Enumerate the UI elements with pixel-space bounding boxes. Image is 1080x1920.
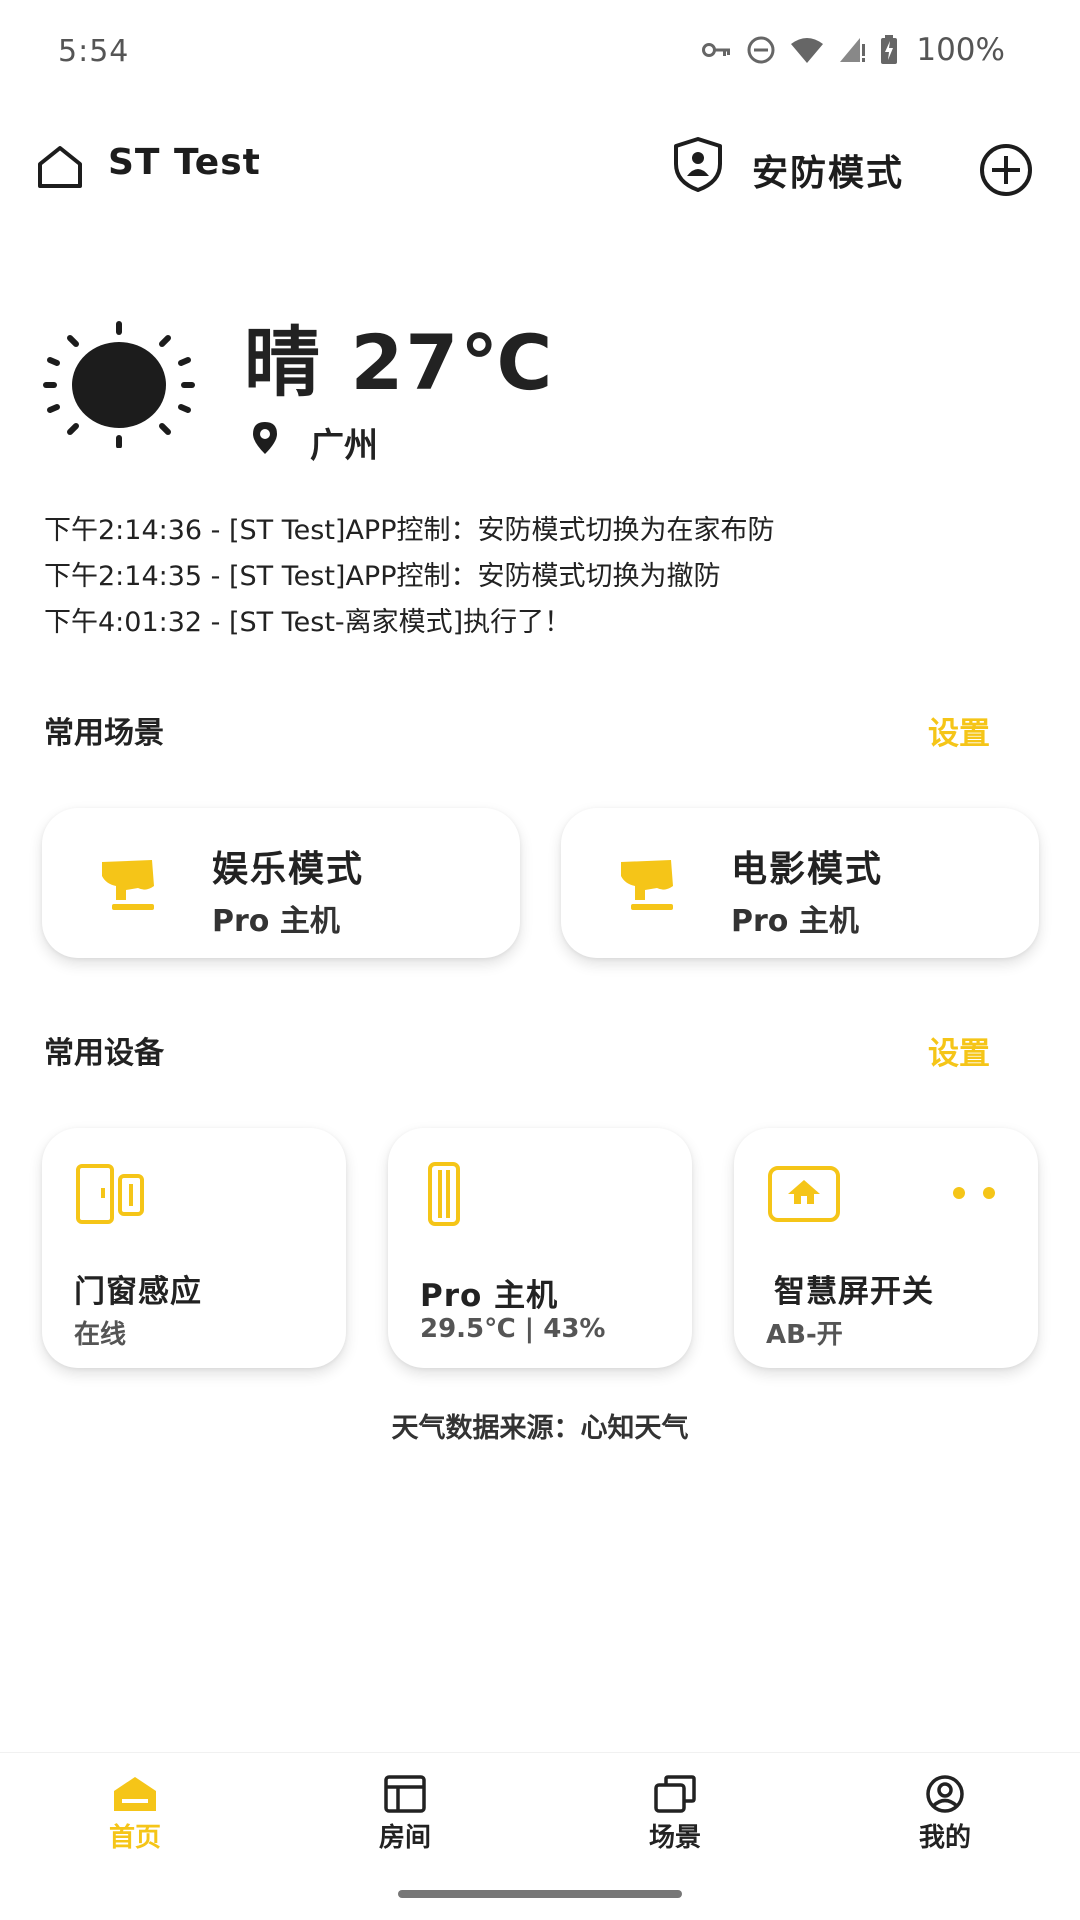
devices-settings-button[interactable]: 设置	[928, 1028, 990, 1073]
log-entry: 下午2:14:36 - [ST Test]APP控制：安防模式切换为在家布防	[44, 515, 775, 546]
battery-percent: 100%	[916, 32, 1005, 68]
device-status: AB-开	[766, 1320, 843, 1350]
add-circle-icon[interactable]	[978, 142, 1034, 198]
nav-label: 首页	[108, 1823, 161, 1853]
wifi-icon	[791, 38, 824, 63]
hand-tap-icon	[621, 860, 673, 910]
status-icons: 100%	[702, 30, 1005, 70]
device-readings: 29.5℃ | 43%	[420, 1314, 606, 1344]
status-bar: 5:54 100%	[0, 0, 1080, 104]
scene-name: 娱乐模式	[212, 849, 365, 890]
device-card-door-sensor[interactable]: 门窗感应 在线	[42, 1128, 346, 1368]
nav-label: 房间	[378, 1823, 431, 1853]
log-entry: 下午4:01:32 - [ST Test-离家模式]执行了！	[44, 607, 572, 638]
nav-tab-home[interactable]: 首页	[65, 1775, 205, 1875]
device-name: 智慧屏开关	[774, 1274, 934, 1310]
nav-label: 场景	[648, 1823, 701, 1853]
device-card-smart-screen-switch[interactable]: 智慧屏开关 AB-开	[734, 1128, 1038, 1368]
weather-location: 广州	[310, 426, 378, 466]
nav-label: 我的	[918, 1823, 971, 1853]
scenes-settings-button[interactable]: 设置	[928, 708, 990, 753]
top-header: ST Test 安防模式	[0, 130, 1080, 202]
more-dots-icon[interactable]	[952, 1186, 998, 1200]
device-status: 在线	[74, 1320, 127, 1350]
status-time: 5:54	[58, 34, 130, 69]
activity-log: 下午2:14:36 - [ST Test]APP控制：安防模式切换为在家布防 下…	[44, 512, 1044, 650]
scene-card-movie[interactable]: 电影模式 Pro 主机	[561, 808, 1039, 958]
security-mode-label[interactable]: 安防模式	[752, 144, 904, 196]
location-pin-icon	[253, 422, 277, 454]
scene-device: Pro 主机	[212, 904, 340, 939]
nav-tab-profile[interactable]: 我的	[875, 1775, 1015, 1875]
home-name[interactable]: ST Test	[108, 142, 261, 183]
nav-tab-scenes[interactable]: 场景	[605, 1775, 745, 1875]
do-not-disturb-icon	[747, 36, 775, 64]
room-icon	[384, 1775, 426, 1813]
signal-icon	[840, 38, 866, 62]
gesture-navigation-bar[interactable]	[398, 1890, 682, 1898]
profile-icon	[926, 1775, 964, 1813]
door-sensor-icon	[76, 1164, 144, 1224]
vpn-key-icon	[702, 43, 731, 57]
home-filled-icon	[114, 1777, 156, 1811]
smart-screen-switch-icon	[768, 1166, 840, 1222]
battery-charging-icon	[881, 35, 898, 64]
scene-card-entertainment[interactable]: 娱乐模式 Pro 主机	[42, 808, 520, 958]
device-card-pro-hub[interactable]: Pro 主机 29.5℃ | 43%	[388, 1128, 692, 1368]
scenes-section-title: 常用场景	[44, 716, 164, 751]
device-name: Pro 主机	[420, 1278, 559, 1314]
scene-name: 电影模式	[731, 849, 884, 890]
hub-device-icon	[428, 1162, 460, 1226]
weather-condition-temp: 晴 27℃	[244, 318, 555, 407]
home-icon[interactable]	[36, 144, 84, 190]
scene-device: Pro 主机	[731, 904, 859, 939]
weather-source-note: 天气数据来源：心知天气	[391, 1413, 689, 1444]
log-entry: 下午2:14:35 - [ST Test]APP控制：安防模式切换为撤防	[44, 561, 721, 592]
devices-section-title: 常用设备	[44, 1036, 164, 1071]
device-name: 门窗感应	[74, 1274, 202, 1310]
sun-icon	[43, 321, 195, 448]
nav-tab-rooms[interactable]: 房间	[335, 1775, 475, 1875]
shield-user-icon[interactable]	[672, 136, 724, 192]
hand-tap-icon	[102, 860, 154, 910]
scenes-icon	[654, 1775, 696, 1813]
